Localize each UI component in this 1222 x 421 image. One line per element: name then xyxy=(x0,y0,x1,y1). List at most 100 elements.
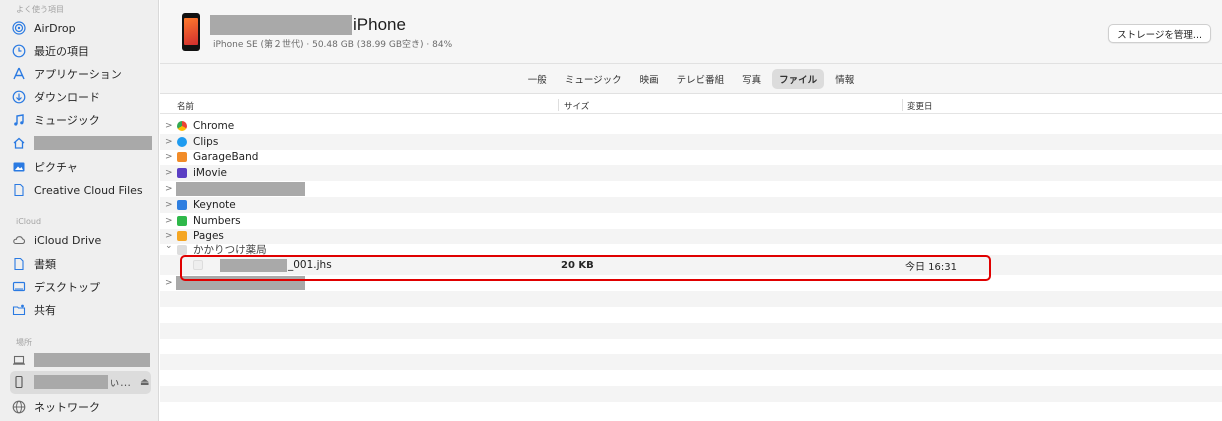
sidebar-item-home[interactable] xyxy=(12,133,152,153)
tab-music[interactable]: ミュージック xyxy=(558,69,629,89)
sidebar-item-documents[interactable]: 書類 xyxy=(12,254,152,274)
tab-bar: 一般 ミュージック 映画 テレビ番組 写真 ファイル 情報 xyxy=(160,64,1222,94)
chevron-right-icon[interactable]: > xyxy=(165,184,173,194)
sidebar-item-airdrop[interactable]: AirDrop xyxy=(12,18,152,38)
sidebar-item-shared[interactable]: 共有 xyxy=(12,300,152,320)
redacted-folder-name xyxy=(176,182,305,197)
sidebar-item-label: iCloud Drive xyxy=(34,233,102,247)
file-name: Keynote xyxy=(193,198,236,211)
sidebar: よく使う項目 AirDrop 最近の項目 アプリケーション ダウンロード ミュー… xyxy=(0,0,159,421)
list-item-redacted[interactable]: > xyxy=(160,181,1222,197)
laptop-icon xyxy=(12,353,26,367)
favorites-heading: よく使う項目 xyxy=(16,5,64,14)
sidebar-item-label: ミュージック xyxy=(34,114,100,127)
file-name: かかりつけ薬局 xyxy=(193,244,267,256)
sidebar-item-label: AirDrop xyxy=(34,21,76,35)
airdrop-icon xyxy=(12,21,26,35)
sidebar-item-music[interactable]: ミュージック xyxy=(12,110,152,130)
sidebar-item-label: ネットワーク xyxy=(34,401,100,414)
column-divider[interactable] xyxy=(902,99,903,111)
chevron-right-icon[interactable]: > xyxy=(165,137,173,147)
chevron-right-icon[interactable]: > xyxy=(165,278,173,288)
sidebar-item-label: アプリケーション xyxy=(34,68,122,81)
clock-icon xyxy=(12,44,26,58)
list-item-chrome[interactable]: > Chrome xyxy=(160,118,1222,134)
sidebar-item-desktop[interactable]: デスクトップ xyxy=(12,277,152,297)
tab-photos[interactable]: 写真 xyxy=(735,69,768,89)
places-heading: 場所 xyxy=(16,338,32,347)
list-item-pharmacy[interactable]: ⌄ かかりつけ薬局 xyxy=(160,244,1222,256)
chevron-down-icon[interactable]: ⌄ xyxy=(165,244,173,251)
empty-row xyxy=(160,385,1222,402)
clips-icon xyxy=(177,136,187,147)
sidebar-item-network[interactable]: ネットワーク xyxy=(12,397,152,417)
garageband-icon xyxy=(177,152,187,163)
list-item-imovie[interactable]: > iMovie xyxy=(160,165,1222,182)
chevron-right-icon[interactable]: > xyxy=(165,168,173,178)
list-item-pages[interactable]: > Pages xyxy=(160,228,1222,245)
chevron-right-icon[interactable]: > xyxy=(165,200,173,210)
device-header: iPhone iPhone SE (第２世代) · 50.48 GB (38.9… xyxy=(160,0,1222,64)
tab-info[interactable]: 情報 xyxy=(828,69,861,89)
chrome-icon xyxy=(177,120,187,131)
empty-row xyxy=(160,322,1222,339)
list-item-keynote[interactable]: > Keynote xyxy=(160,196,1222,213)
chevron-right-icon[interactable]: > xyxy=(165,231,173,241)
sidebar-item-label: 書類 xyxy=(34,258,56,271)
sidebar-item-iphone[interactable]: ぃ… ⏏ xyxy=(12,372,152,392)
empty-row xyxy=(160,339,1222,355)
sidebar-item-label: デスクトップ xyxy=(34,281,100,294)
list-item-clips[interactable]: > Clips xyxy=(160,133,1222,150)
column-size[interactable]: サイズ xyxy=(564,100,589,112)
manage-storage-button[interactable]: ストレージを管理... xyxy=(1108,24,1211,43)
annotation-highlight-box xyxy=(180,255,991,281)
sidebar-item-icloud-drive[interactable]: iCloud Drive xyxy=(12,230,152,250)
download-icon xyxy=(12,90,26,104)
tab-movies[interactable]: 映画 xyxy=(633,69,666,89)
sidebar-item-applications[interactable]: アプリケーション xyxy=(12,64,152,84)
device-subtitle: iPhone SE (第２世代) · 50.48 GB (38.99 GB空き)… xyxy=(213,40,453,50)
chevron-right-icon[interactable]: > xyxy=(165,152,173,162)
redacted-device-name xyxy=(210,15,352,35)
chevron-right-icon[interactable]: > xyxy=(165,121,173,131)
cloud-icon xyxy=(12,233,26,247)
eject-icon[interactable]: ⏏ xyxy=(140,377,149,388)
sidebar-item-label: 最近の項目 xyxy=(34,45,89,58)
sidebar-item-label: ピクチャ xyxy=(34,161,78,174)
pharmacy-app-icon xyxy=(177,245,187,256)
icloud-heading: iCloud xyxy=(16,217,42,226)
tab-general[interactable]: 一般 xyxy=(521,69,554,89)
file-name: iMovie xyxy=(193,167,227,180)
home-icon xyxy=(12,136,26,150)
column-modified[interactable]: 変更日 xyxy=(907,100,933,112)
empty-row xyxy=(160,354,1222,371)
list-item-numbers[interactable]: > Numbers xyxy=(160,213,1222,229)
column-name[interactable]: 名前 xyxy=(177,100,194,112)
music-icon xyxy=(12,113,26,127)
list-item-garageband[interactable]: > GarageBand xyxy=(160,150,1222,166)
device-name-suffix: iPhone xyxy=(353,15,406,34)
redacted-mac-label xyxy=(34,353,150,367)
sidebar-item-recents[interactable]: 最近の項目 xyxy=(12,41,152,61)
redacted-iphone-label xyxy=(34,375,108,389)
tab-tv[interactable]: テレビ番組 xyxy=(670,69,732,89)
desktop-icon xyxy=(12,280,26,294)
chevron-right-icon[interactable]: > xyxy=(165,216,173,226)
sidebar-item-mac[interactable] xyxy=(12,350,152,370)
tab-files[interactable]: ファイル xyxy=(772,68,825,89)
sidebar-item-creative-cloud[interactable]: Creative Cloud Files xyxy=(12,180,152,200)
keynote-icon xyxy=(177,199,187,210)
empty-row xyxy=(160,370,1222,386)
empty-row xyxy=(160,291,1222,307)
empty-row xyxy=(160,402,1222,418)
redacted-home-label xyxy=(34,136,152,150)
pictures-icon xyxy=(12,160,26,174)
sidebar-item-label: 共有 xyxy=(34,304,56,317)
document-icon xyxy=(12,257,26,271)
sidebar-item-pictures[interactable]: ピクチャ xyxy=(12,157,152,177)
sidebar-item-downloads[interactable]: ダウンロード xyxy=(12,87,152,107)
applications-icon xyxy=(12,67,26,81)
shared-folder-icon xyxy=(12,303,26,317)
column-divider[interactable] xyxy=(558,99,559,111)
iphone-icon xyxy=(12,375,26,389)
